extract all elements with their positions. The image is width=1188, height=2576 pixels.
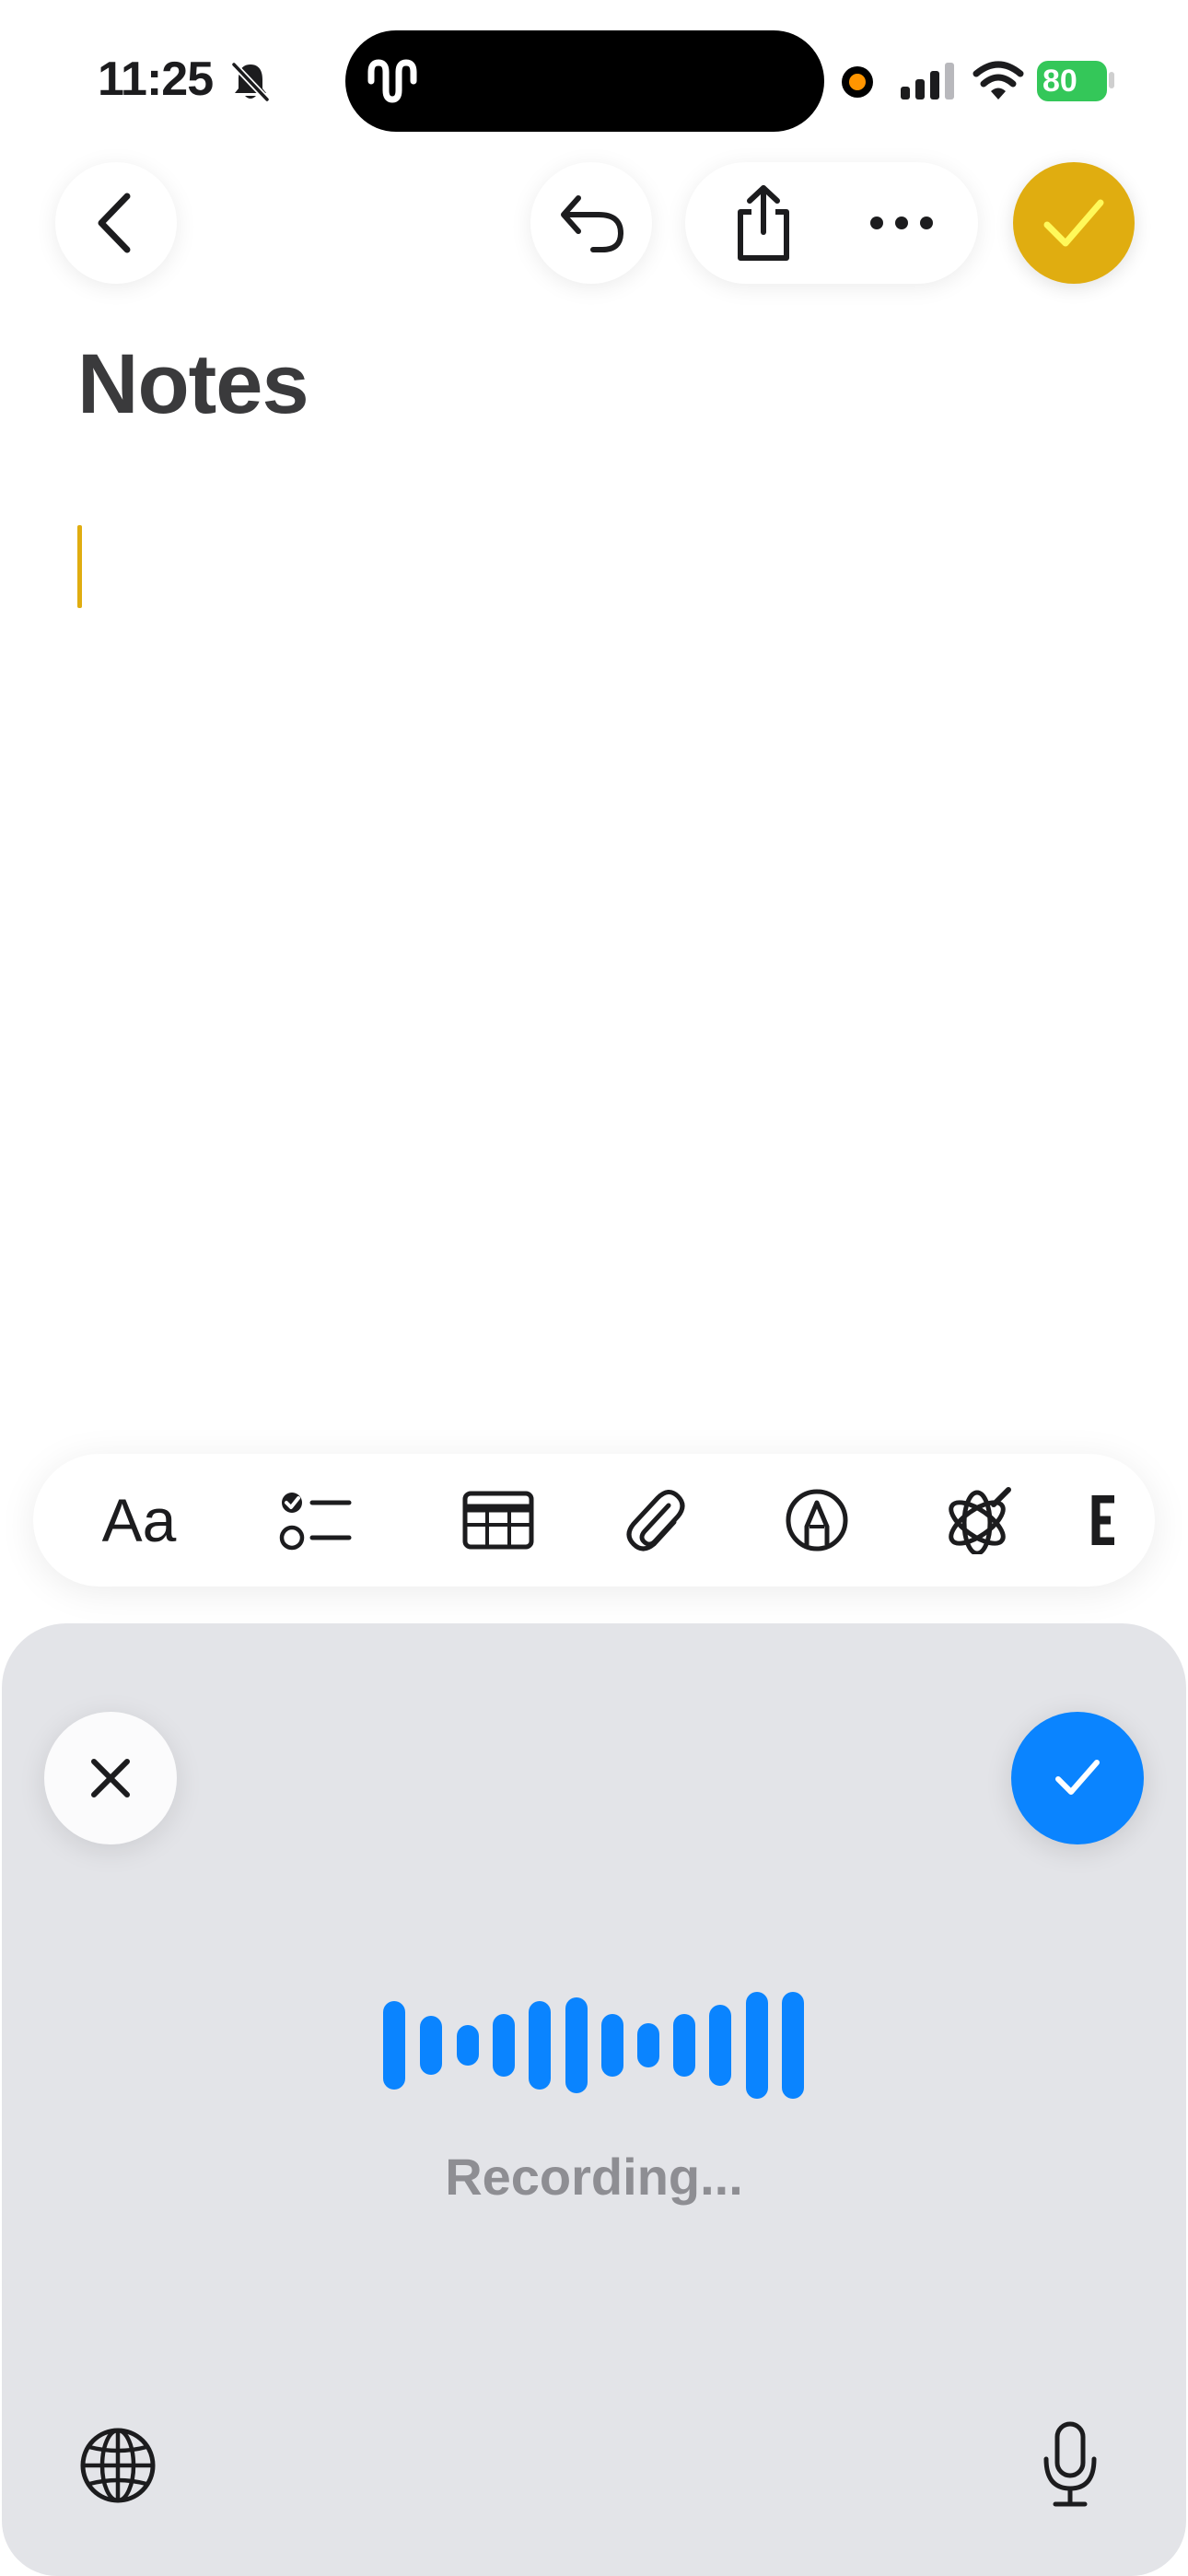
status-time: 11:25 [98,53,214,106]
undo-icon [561,195,624,252]
waveform-bar [420,2016,442,2075]
more-format-button[interactable] [1090,1454,1155,1587]
waveform-bar [782,1992,804,2099]
note-title[interactable]: Notes [77,336,309,433]
more-truncated-icon [1091,1495,1114,1545]
bell-slash-icon [231,62,270,102]
waveform-bar [709,2005,731,2086]
markup-pen-icon [786,1489,848,1551]
back-button[interactable] [55,162,177,284]
share-button[interactable] [704,162,823,284]
table-button[interactable] [429,1454,567,1587]
microphone-button[interactable] [1026,2416,1114,2513]
apple-intelligence-icon [949,1487,1011,1554]
waveform-bar [529,2001,551,2090]
waveform-bar [383,2001,405,2090]
waveform-icon [367,59,417,103]
checkmark-icon [1055,1760,1100,1795]
audio-waveform [383,1988,807,2102]
action-pill [685,162,978,284]
close-icon [91,1759,130,1797]
battery-tip [1109,72,1114,88]
paperclip-icon [626,1490,685,1551]
waveform-bar [493,2014,515,2077]
format-toolbar: Aa [33,1454,1155,1587]
recording-dot-icon [842,66,873,98]
writing-tools-button[interactable] [910,1454,1048,1587]
battery-level: 80 [1042,63,1077,99]
text-cursor [77,525,82,608]
attachment-button[interactable] [586,1454,724,1587]
wifi-icon [973,61,1024,100]
microphone-icon [1043,2421,1097,2507]
markup-button[interactable] [748,1454,886,1587]
waveform-bar [673,2014,695,2077]
waveform-bar [746,1992,768,2099]
battery-icon: 80 [1037,61,1107,101]
globe-icon [80,2428,156,2503]
checkmark-icon [1043,199,1104,247]
checklist-button[interactable] [247,1454,385,1587]
language-button[interactable] [74,2421,162,2510]
dynamic-island [345,30,824,132]
table-icon [462,1491,534,1550]
waveform-bar [637,2023,659,2067]
done-button[interactable] [1013,162,1135,284]
recording-status: Recording... [445,2148,743,2206]
cellular-icon [901,63,954,100]
undo-button[interactable] [530,162,652,284]
waveform-bar [601,2014,623,2077]
more-button[interactable] [842,162,961,284]
ellipsis-icon [870,217,933,229]
cancel-dictation-button[interactable] [44,1712,177,1844]
waveform-bar [565,1997,588,2093]
chevron-left-icon [98,193,131,253]
checklist-icon [279,1493,352,1551]
text-style-button[interactable]: Aa [70,1454,208,1587]
confirm-dictation-button[interactable] [1011,1712,1144,1844]
waveform-bar [457,2025,479,2066]
share-icon [738,185,789,261]
